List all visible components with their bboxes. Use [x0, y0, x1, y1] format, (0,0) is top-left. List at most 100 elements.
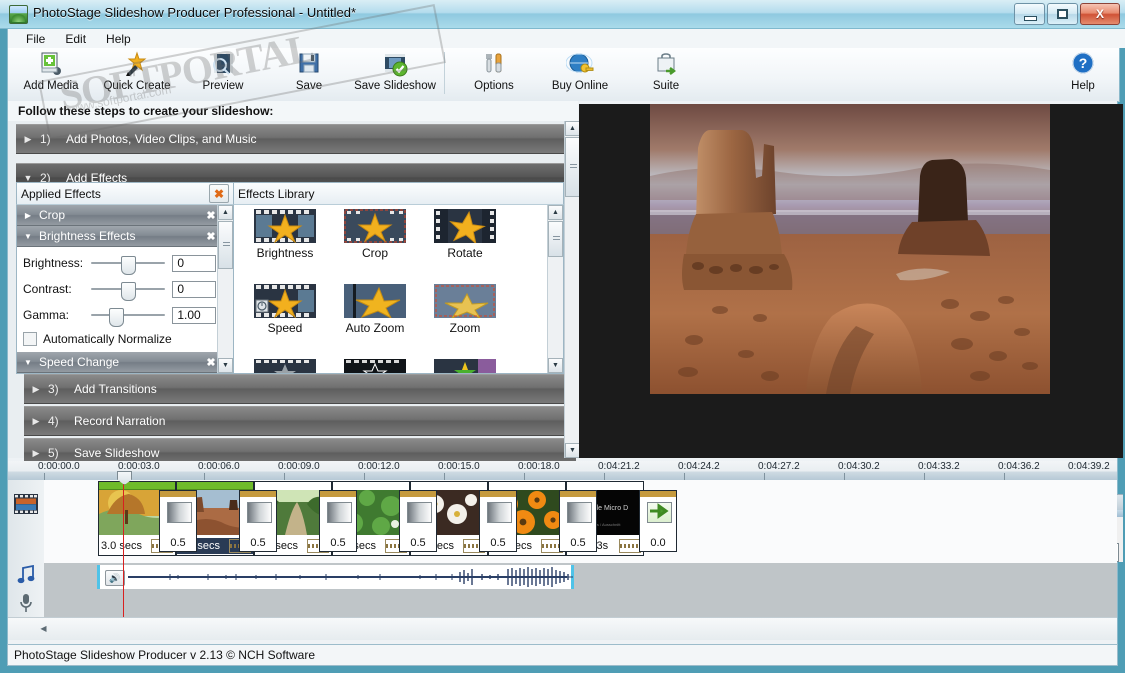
auto-normalize-row[interactable]: Automatically Normalize — [17, 328, 233, 350]
rotate-effect-icon — [434, 209, 496, 245]
wizard-step-1-num: 1) — [40, 132, 51, 146]
save-slideshow-icon — [381, 51, 409, 78]
music-track[interactable]: 🔊 — [44, 563, 1117, 592]
scroll-thumb[interactable] — [548, 221, 563, 257]
transition-6[interactable]: 0.5 — [559, 490, 597, 552]
chevron-right-icon: ▶ — [32, 447, 40, 458]
transition-7[interactable]: 0.0 — [639, 490, 677, 552]
toolbar-help[interactable]: ? Help — [1047, 48, 1119, 100]
scroll-down-icon[interactable]: ▼ — [548, 358, 563, 373]
narration-track-icon[interactable] — [18, 593, 34, 616]
video-track-icon[interactable] — [14, 494, 38, 517]
effect-item-chroma[interactable] — [420, 359, 510, 373]
wipe-transition-icon — [247, 502, 272, 523]
contrast-value[interactable]: 0 — [172, 280, 216, 298]
brightness-slider[interactable] — [90, 256, 165, 275]
effect-item-crop[interactable]: Crop — [330, 209, 420, 284]
effects-library-scrollbar[interactable]: ▲ ▼ — [547, 205, 563, 373]
contrast-control-row: Contrast: 0 ▲ ▼ — [17, 276, 233, 302]
window-title: PhotoStage Slideshow Producer Profession… — [33, 5, 357, 20]
ruler-tick — [604, 473, 605, 480]
gamma-slider[interactable] — [90, 308, 165, 327]
auto-normalize-checkbox[interactable] — [23, 332, 37, 346]
maximize-button[interactable] — [1047, 3, 1078, 25]
effect-group-brightness[interactable]: ▼ Brightness Effects ✖ — [17, 226, 220, 247]
wizard-step-3[interactable]: ▶ 3) Add Transitions — [24, 374, 576, 404]
effect-item-brightness[interactable]: Brightness — [240, 209, 330, 284]
music-track-icon[interactable] — [17, 564, 35, 588]
contrast-label: Contrast: — [23, 282, 72, 296]
toolbar-add-media[interactable]: Add Media — [8, 48, 94, 100]
chevron-down-icon: ▼ — [24, 357, 32, 367]
gamma-value[interactable]: 1.00 — [172, 306, 216, 324]
scroll-up-icon[interactable]: ▲ — [565, 121, 580, 136]
scroll-thumb[interactable] — [565, 137, 580, 197]
wizard-scrollbar[interactable]: ▲ ▼ — [564, 121, 580, 458]
toolbar-quick-create[interactable]: Quick Create — [94, 48, 180, 100]
video-track[interactable]: 3.0 secs 3.0 secs 3.0 secs secs secs sec… — [44, 480, 1117, 564]
narration-track[interactable] — [44, 591, 1117, 617]
scroll-thumb[interactable] — [218, 221, 233, 269]
transition-4[interactable]: 0.5 — [399, 490, 437, 552]
menu-help[interactable]: Help — [96, 31, 141, 47]
scroll-up-icon[interactable]: ▲ — [218, 205, 233, 220]
timeline-playhead[interactable] — [123, 480, 124, 617]
toolbar-add-media-label: Add Media — [23, 80, 79, 92]
clear-effects-button[interactable]: ✖ — [209, 184, 229, 203]
effect-item-sketch[interactable] — [330, 359, 420, 373]
toolbar-save[interactable]: Save — [266, 48, 352, 100]
scroll-down-icon[interactable]: ▼ — [565, 443, 580, 458]
transition-2[interactable]: 0.5 — [239, 490, 277, 552]
transition-5[interactable]: 0.5 — [479, 490, 517, 552]
close-button[interactable]: X — [1080, 3, 1120, 25]
toolbar-save-slideshow[interactable]: Save Slideshow — [352, 48, 438, 100]
effects-library-header: Effects Library — [234, 182, 564, 205]
transition-duration: 0.5 — [490, 537, 506, 549]
effect-group-speed-change[interactable]: ▼ Speed Change ✖ — [17, 352, 220, 373]
effect-item-speed[interactable]: Speed — [240, 284, 330, 359]
slider-knob[interactable] — [120, 282, 136, 301]
quick-create-icon — [123, 51, 151, 78]
scroll-left-icon[interactable]: ◀ — [36, 621, 51, 636]
fade-transition-icon — [407, 502, 432, 523]
brightness-value[interactable]: 0 — [172, 254, 216, 272]
effect-item-greyscale[interactable] — [240, 359, 330, 373]
transition-1[interactable]: 0.5 — [159, 490, 197, 552]
audio-clip[interactable]: 🔊 — [97, 565, 574, 589]
toolbar-preview[interactable]: Preview — [180, 48, 266, 100]
menu-file[interactable]: File — [16, 31, 55, 47]
slider-knob[interactable] — [120, 256, 136, 275]
toolbar-buy-online[interactable]: Buy Online — [537, 48, 623, 100]
timeline-ruler[interactable]: 0:00:00.0 0:00:03.0 0:00:06.0 0:00:09.0 … — [8, 461, 1117, 480]
preview-icon — [209, 51, 237, 78]
minimize-button[interactable] — [1014, 3, 1045, 25]
applied-effects-list: ▶ Crop ✖ ▼ Brightness Effects ✖ Brightne… — [16, 205, 234, 374]
toolbar-suite[interactable]: Suite — [623, 48, 709, 100]
transition-3[interactable]: 0.5 — [319, 490, 357, 552]
menu-edit[interactable]: Edit — [55, 31, 96, 47]
slider-track — [90, 314, 165, 316]
wizard-scroll-inner[interactable]: ▲ ▼ — [564, 121, 580, 458]
timeline-scrollbar[interactable]: ◀ — [8, 617, 1117, 640]
toolbar-quick-create-label: Quick Create — [103, 80, 171, 92]
effect-group-crop[interactable]: ▶ Crop ✖ — [17, 205, 220, 226]
toolbar-save-label: Save — [295, 80, 323, 92]
contrast-slider[interactable] — [90, 282, 165, 301]
wizard-step-1[interactable]: ▶ 1) Add Photos, Video Clips, and Music — [16, 124, 568, 154]
slider-knob[interactable] — [108, 308, 124, 327]
clip-marker-bar — [99, 482, 175, 490]
toolbar-options[interactable]: Options — [451, 48, 537, 100]
tl-tick-label: 0:04:39.2 — [1068, 461, 1110, 472]
scroll-down-icon[interactable]: ▼ — [218, 358, 233, 373]
applied-effects-scrollbar[interactable]: ▲ ▼ — [217, 205, 233, 373]
wizard-step-4[interactable]: ▶ 4) Record Narration — [24, 406, 576, 436]
wizard-step-3-num: 3) — [48, 382, 59, 396]
ruler-tick — [1004, 473, 1005, 480]
effect-item-auto-zoom[interactable]: Auto Zoom — [330, 284, 420, 359]
effect-item-rotate[interactable]: Rotate — [420, 209, 510, 284]
effect-item-zoom[interactable]: Zoom — [420, 284, 510, 359]
wizard-step-4-num: 4) — [48, 414, 59, 428]
brightness-label: Brightness: — [23, 256, 84, 270]
tl-tick-label: 0:04:30.2 — [838, 461, 880, 472]
scroll-up-icon[interactable]: ▲ — [548, 205, 563, 220]
